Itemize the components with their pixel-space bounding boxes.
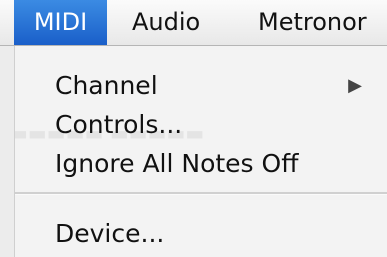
submenu-arrow-icon: ▶ (348, 75, 362, 96)
menubar-item-audio[interactable]: Audio (119, 0, 213, 45)
menu-item-label: Device... (55, 219, 165, 248)
menubar-item-metronome[interactable]: Metronor (245, 0, 380, 45)
menu-item-label: Controls... (55, 110, 183, 139)
menu-item-channel[interactable]: Channel ▶ (15, 66, 387, 106)
menu-item-label: Channel (55, 71, 158, 100)
screen: MIDI Audio Metronor ▬▬▬▬▬ ▬▬▬▬▬ Channel … (0, 0, 387, 257)
menu-item-label: Ignore All Notes Off (55, 149, 299, 178)
menubar-item-midi[interactable]: MIDI (14, 0, 107, 45)
menu-separator (15, 192, 387, 195)
menu-item-ignore-all-notes-off[interactable]: Ignore All Notes Off (15, 144, 387, 184)
menu-item-controls[interactable]: Controls... (15, 105, 387, 145)
menu-bar: MIDI Audio Metronor (0, 0, 387, 46)
menu-item-device[interactable]: Device... (15, 214, 387, 254)
midi-dropdown-menu: ▬▬▬▬▬ ▬▬▬▬▬ Channel ▶ Controls... Ignore… (14, 46, 387, 257)
